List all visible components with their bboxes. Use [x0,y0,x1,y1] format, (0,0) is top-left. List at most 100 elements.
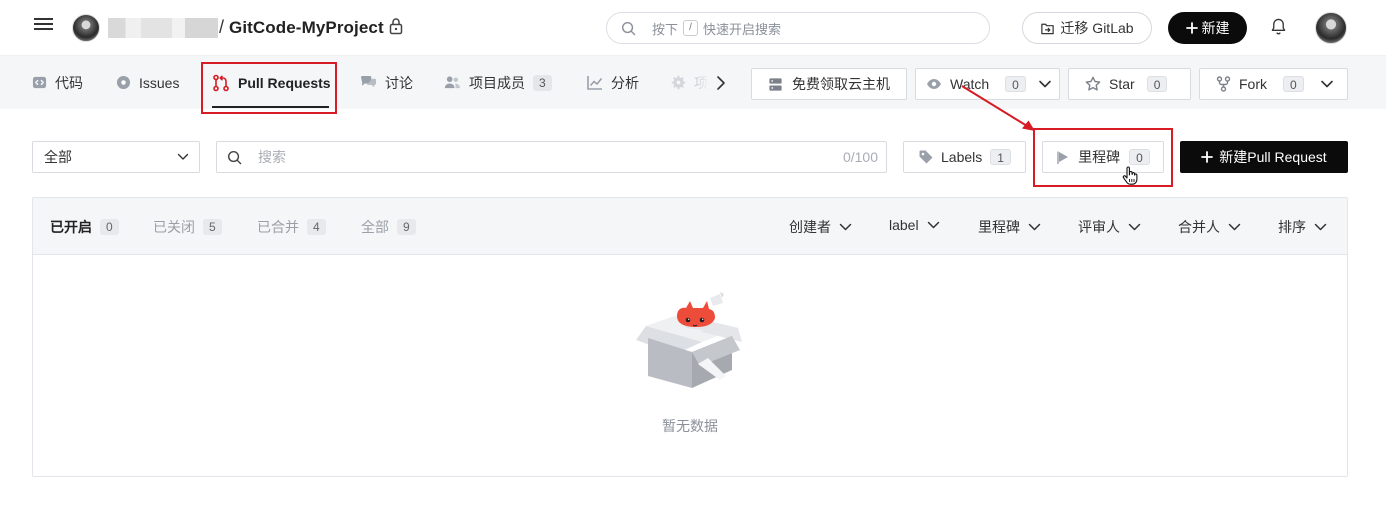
star-button[interactable]: Star 0 [1068,68,1191,100]
global-search-input[interactable]: 按下 / 快速开启搜索 [606,12,990,44]
chevron-down-icon [1314,223,1327,231]
server-icon [768,77,783,92]
state-closed-label: 已关闭 [153,219,195,235]
state-open-tab[interactable]: 已开启 0 [50,217,119,237]
settings-icon [671,75,686,90]
filter-reviewer-label: 评审人 [1078,219,1120,235]
state-merged-count: 4 [307,219,326,235]
star-icon [1085,76,1101,92]
chevron-down-icon [839,223,852,231]
free-cloud-host-button[interactable]: 免费领取云主机 [751,68,907,100]
tab-members[interactable]: 项目成员 3 [444,56,552,109]
state-all-label: 全部 [361,219,389,235]
search-icon [227,150,242,165]
tab-discussion-label: 讨论 [385,74,413,91]
fork-button[interactable]: Fork 0 [1199,68,1348,100]
search-hint-prefix: 按下 [652,21,679,37]
tab-issues-label: Issues [139,74,180,91]
filter-author-dropdown[interactable]: 创建者 [789,217,852,237]
state-open-label: 已开启 [50,219,92,235]
lock-icon [389,17,403,38]
empty-state-text: 暂无数据 [662,418,718,434]
sort-label: 排序 [1278,219,1306,235]
star-count: 0 [1146,76,1168,92]
filter-merger-label: 合并人 [1178,219,1220,235]
state-merged-label: 已合并 [257,219,299,235]
eye-icon [926,77,942,91]
new-pull-request-label: 新建Pull Request [1219,149,1327,165]
chevron-down-icon[interactable] [1320,79,1334,89]
state-open-count: 0 [100,219,119,235]
chevron-down-icon [177,153,189,161]
chevron-down-icon [927,221,939,229]
filter-reviewer-dropdown[interactable]: 评审人 [1078,217,1141,237]
state-closed-count: 5 [203,219,222,235]
tab-issues[interactable]: Issues [116,56,179,109]
discussion-icon [360,75,377,90]
state-closed-tab[interactable]: 已关闭 5 [153,217,222,237]
labels-label: Labels [941,149,983,165]
list-header [33,198,1347,255]
tab-discussion[interactable]: 讨论 [360,56,413,109]
code-icon [32,75,47,90]
empty-box-illustration [636,292,742,388]
tag-icon [918,149,934,165]
filter-merger-dropdown[interactable]: 合并人 [1178,217,1241,237]
issues-icon [116,75,131,90]
plus-icon [1185,22,1198,34]
hand-cursor-icon [1122,166,1138,186]
fork-label: Fork [1239,76,1267,92]
migrate-gitlab-button[interactable]: 迁移 GitLab [1022,12,1152,44]
menu-icon[interactable] [34,17,54,37]
user-avatar[interactable] [1315,12,1347,44]
labels-button[interactable]: Labels 1 [903,141,1026,173]
tab-members-label: 项目成员 [469,74,525,91]
members-icon [444,75,461,90]
new-pull-request-button[interactable]: 新建Pull Request [1180,141,1348,173]
pr-search-placeholder: 搜索 [258,149,286,165]
filter-milestone-label: 里程碑 [978,219,1020,235]
highlight-box-milestone [1033,128,1173,187]
plus-icon [1201,151,1214,163]
search-hint-suffix: 快速开启搜索 [703,21,782,37]
filter-label-dropdown[interactable]: label [889,217,940,233]
analytics-icon [587,75,603,90]
new-button-label: 新建 [1201,20,1230,36]
chevron-right-icon[interactable] [716,75,726,91]
highlight-box-pull-requests [201,62,337,114]
tab-code-label: 代码 [55,74,83,91]
filter-milestone-dropdown[interactable]: 里程碑 [978,217,1041,237]
owner-name-redacted[interactable] [108,18,218,38]
search-char-counter: 0/100 [842,149,878,165]
repo-name[interactable]: GitCode-MyProject [229,18,384,38]
search-shortcut-key: / [683,20,699,36]
state-all-tab[interactable]: 全部 9 [361,217,416,237]
tab-analytics-label: 分析 [611,74,639,91]
fork-icon [1216,76,1231,92]
tab-analytics[interactable]: 分析 [587,56,639,109]
migrate-gitlab-label: 迁移 GitLab [1060,20,1134,36]
state-merged-tab[interactable]: 已合并 4 [257,217,326,237]
chevron-down-icon [1128,223,1141,231]
pr-search-input[interactable]: 搜索 0/100 [216,141,887,173]
state-all-count: 9 [397,219,416,235]
fork-count: 0 [1283,76,1304,92]
owner-avatar[interactable] [72,14,100,42]
notification-bell-icon[interactable] [1270,17,1287,36]
new-button[interactable]: 新建 [1168,12,1247,44]
search-icon [621,21,636,36]
members-count-badge: 3 [533,74,552,91]
scope-select-value: 全部 [44,149,72,165]
scope-select[interactable]: 全部 [32,141,200,173]
import-icon [1040,21,1055,36]
annotation-arrow [961,85,1035,131]
star-label: Star [1109,76,1135,92]
tab-code[interactable]: 代码 [32,56,83,109]
sort-dropdown[interactable]: 排序 [1278,217,1327,237]
filter-author-label: 创建者 [789,219,831,235]
chevron-down-icon [1028,223,1041,231]
chevron-down-icon [1228,223,1241,231]
labels-count: 1 [990,149,1011,165]
free-cloud-host-label: 免费领取云主机 [792,76,890,92]
repo-path-separator: / [219,17,225,37]
